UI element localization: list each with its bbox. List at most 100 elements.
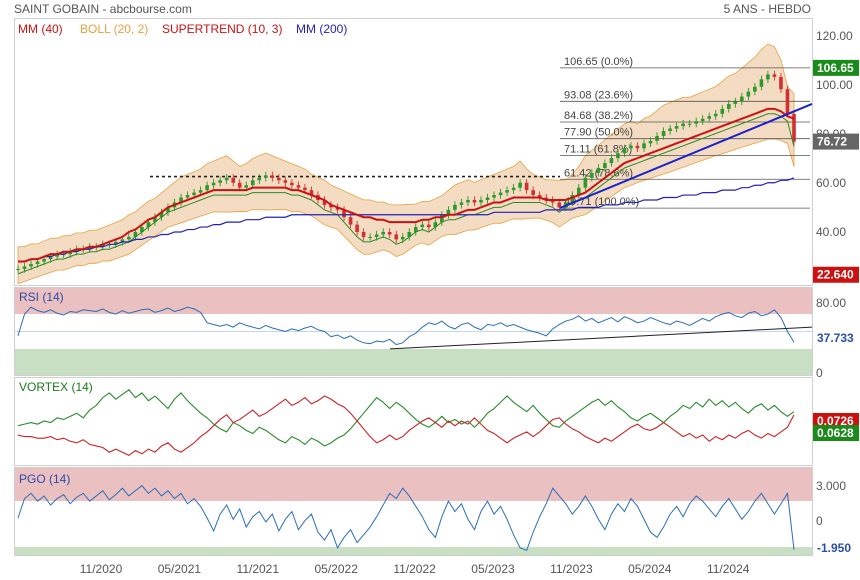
- vortex-badge-plus: 0.0628: [817, 426, 854, 440]
- x-tick-label: 05/2024: [628, 562, 672, 576]
- rsi-ytick: 0: [816, 366, 823, 380]
- candle-body: [237, 182, 242, 188]
- candle-body: [700, 118, 705, 122]
- candle-body: [368, 236, 372, 238]
- chart-app: SAINT GOBAIN - abcbourse.com 5 ANS - HEB…: [0, 0, 860, 580]
- candle-body: [498, 192, 503, 196]
- x-tick-label: 05/2021: [158, 562, 202, 576]
- candle-body: [661, 131, 666, 136]
- price-badge: 76.72: [817, 135, 847, 149]
- candle-body: [766, 74, 770, 80]
- candle-body: [16, 268, 20, 270]
- candle-body: [694, 121, 698, 124]
- candle-body: [387, 232, 392, 235]
- pgo-ytick: 0: [816, 514, 823, 528]
- candle-body: [22, 266, 27, 269]
- price-ytick: 120.00: [816, 29, 853, 43]
- candle-body: [674, 126, 679, 129]
- candle-body: [29, 264, 33, 267]
- candle-body: [531, 190, 535, 196]
- candle-body: [759, 79, 764, 87]
- legend-mm40: MM (40): [18, 22, 63, 36]
- candle-body: [231, 177, 235, 183]
- price-badge: 22.640: [817, 268, 854, 282]
- candle-body: [746, 91, 751, 97]
- candle-body: [505, 190, 509, 193]
- candle-body: [616, 153, 620, 159]
- legend-supertrend: SUPERTREND (10, 3): [162, 22, 282, 36]
- candle-body: [609, 158, 614, 164]
- candle-body: [648, 140, 653, 144]
- candle-body: [257, 177, 262, 181]
- rsi-label: RSI (14): [19, 290, 64, 304]
- candle-body: [779, 76, 783, 90]
- candle-body: [753, 86, 757, 92]
- rsi-badge: 37.733: [817, 331, 854, 345]
- candle-body: [192, 192, 196, 196]
- candle-body: [218, 180, 222, 183]
- candle-body: [726, 103, 731, 109]
- x-tick-label: 11/2022: [393, 562, 436, 576]
- candle-body: [355, 224, 359, 232]
- candle-body: [381, 232, 385, 235]
- fib-level-label: 93.08 (23.6%): [564, 89, 633, 101]
- candle-body: [492, 195, 496, 198]
- x-tick-label: 11/2020: [80, 562, 123, 576]
- candle-body: [453, 204, 457, 210]
- rsi-ytick: 80.00: [816, 296, 846, 310]
- candle-body: [524, 182, 529, 191]
- candle-body: [466, 199, 470, 203]
- candle-body: [642, 143, 646, 149]
- candle-body: [713, 113, 718, 117]
- rsi-overbought-zone: [15, 288, 812, 314]
- pgo-overbought-zone: [15, 468, 812, 501]
- candle-body: [42, 259, 46, 262]
- candle-body: [270, 175, 275, 178]
- price-ytick: 40.00: [816, 225, 846, 239]
- candle-body: [479, 199, 483, 203]
- fib-level-label: 71.11 (61.8%): [564, 143, 632, 155]
- x-tick-label: 05/2023: [471, 562, 515, 576]
- bollinger-fill: [17, 43, 795, 285]
- candle-body: [707, 116, 712, 119]
- vortex-plus-line: [17, 389, 795, 447]
- candle-body: [211, 182, 216, 186]
- candle-body: [511, 187, 516, 191]
- pgo-oversold-zone: [15, 547, 812, 555]
- candle-body: [635, 145, 640, 149]
- x-tick-label: 11/2024: [707, 562, 750, 576]
- candle-body: [459, 202, 464, 205]
- candle-body: [687, 123, 692, 125]
- candle-body: [681, 123, 685, 127]
- candle-body: [629, 145, 633, 149]
- price-ytick: 100.00: [816, 78, 853, 92]
- candle-body: [198, 190, 203, 193]
- candle-body: [250, 180, 255, 186]
- candle-body: [400, 236, 405, 240]
- candle-body: [127, 236, 131, 240]
- vortex-label: VORTEX (14): [19, 380, 93, 394]
- price-ytick: 60.00: [816, 176, 846, 190]
- fib-level-label: 77.90 (50.0%): [564, 127, 633, 139]
- candle-body: [296, 185, 301, 188]
- candle-body: [772, 74, 777, 77]
- candle-body: [361, 232, 366, 237]
- candle-body: [348, 217, 353, 225]
- candle-body: [290, 182, 294, 186]
- candle-body: [303, 187, 307, 191]
- bollinger-band: [17, 43, 795, 285]
- candle-body: [485, 197, 490, 200]
- candle-body: [603, 163, 607, 168]
- candle-body: [35, 261, 40, 265]
- x-tick-label: 11/2021: [237, 562, 280, 576]
- fib-level-label: 106.65 (0.0%): [564, 56, 633, 68]
- candle-body: [283, 180, 288, 183]
- legend-mm200: MM (200): [296, 22, 347, 36]
- candle-body: [263, 175, 268, 178]
- candle-body: [518, 182, 522, 188]
- candle-body: [785, 89, 790, 114]
- candle-body: [374, 234, 379, 237]
- x-tick-label: 05/2022: [315, 562, 359, 576]
- candle-body: [557, 202, 562, 208]
- candle-body: [655, 135, 659, 141]
